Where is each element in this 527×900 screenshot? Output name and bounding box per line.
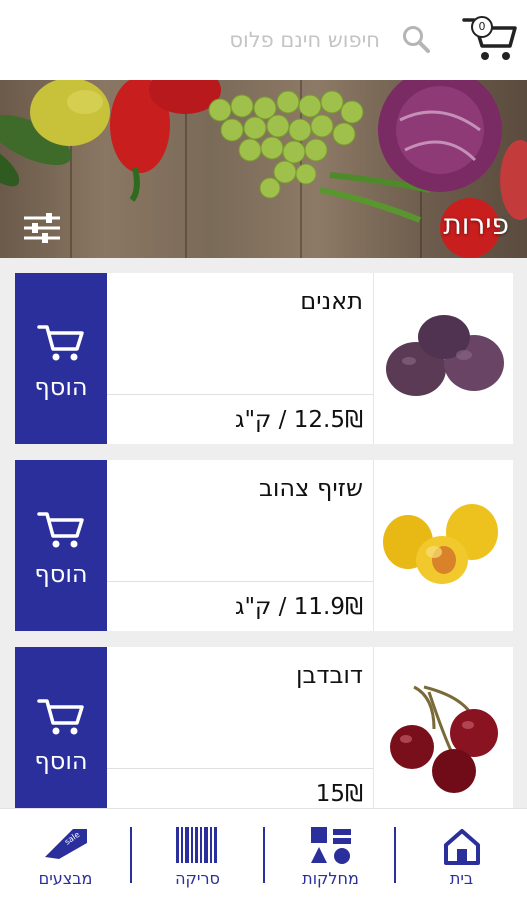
product-name: תאנים: [300, 287, 363, 315]
product-price: 11.9₪ / ק"ג: [235, 594, 363, 620]
product-price: 12.5₪ / ק"ג: [235, 407, 363, 433]
categories-icon: [310, 827, 351, 864]
add-label: הוסף: [34, 373, 88, 401]
category-title: פירות: [443, 208, 509, 241]
nav-home-label: בית: [449, 869, 474, 888]
product-name: דובדבן: [295, 661, 363, 689]
add-label: הוסף: [34, 747, 88, 775]
barcode-icon: [175, 827, 217, 863]
category-banner: פירות: [0, 80, 527, 258]
product-card[interactable]: תאנים 12.5₪ / ק"ג הוסף: [15, 273, 513, 444]
yellow-plums-image: [383, 504, 498, 584]
cart-icon: [37, 699, 84, 735]
product-image: [373, 647, 513, 808]
nav-categories-label: מחלקות: [302, 869, 359, 888]
product-name: שזיף צהוב: [259, 474, 363, 502]
bottom-nav: sale מבצעים סריקה מחלקות בית: [0, 808, 527, 900]
nav-scan-label: סריקה: [175, 869, 220, 888]
sale-tag-icon: sale: [44, 829, 87, 859]
filter-icon[interactable]: [22, 212, 62, 244]
cherries-image: [390, 685, 498, 793]
add-to-cart-button[interactable]: הוסף: [15, 273, 107, 444]
add-label: הוסף: [34, 560, 88, 588]
nav-deals-label: מבצעים: [38, 869, 93, 888]
add-to-cart-button[interactable]: הוסף: [15, 460, 107, 631]
product-card[interactable]: שזיף צהוב 11.9₪ / ק"ג הוסף: [15, 460, 513, 631]
product-list: תאנים 12.5₪ / ק"ג הוסף שזיף צהוב 11.9₪ /…: [0, 258, 527, 808]
product-card[interactable]: דובדבן 15₪ הוסף: [15, 647, 513, 808]
nav-deals[interactable]: sale מבצעים: [0, 809, 131, 900]
nav-home[interactable]: בית: [396, 809, 527, 900]
top-bar: 0: [0, 0, 527, 80]
product-image: [373, 460, 513, 631]
divider: [107, 581, 373, 582]
add-to-cart-button[interactable]: הוסף: [15, 647, 107, 808]
cart-icon: [37, 512, 84, 548]
nav-scan[interactable]: סריקה: [132, 809, 263, 900]
search-icon[interactable]: [401, 24, 431, 54]
nav-categories[interactable]: מחלקות: [265, 809, 396, 900]
cart-icon: [37, 325, 84, 361]
search-input[interactable]: [150, 24, 380, 56]
product-price: 15₪: [315, 781, 363, 807]
cart-count-badge: 0: [471, 16, 493, 38]
product-image: [373, 273, 513, 444]
home-icon: [443, 829, 480, 865]
divider: [107, 394, 373, 395]
divider: [107, 768, 373, 769]
figs-image: [386, 315, 504, 396]
